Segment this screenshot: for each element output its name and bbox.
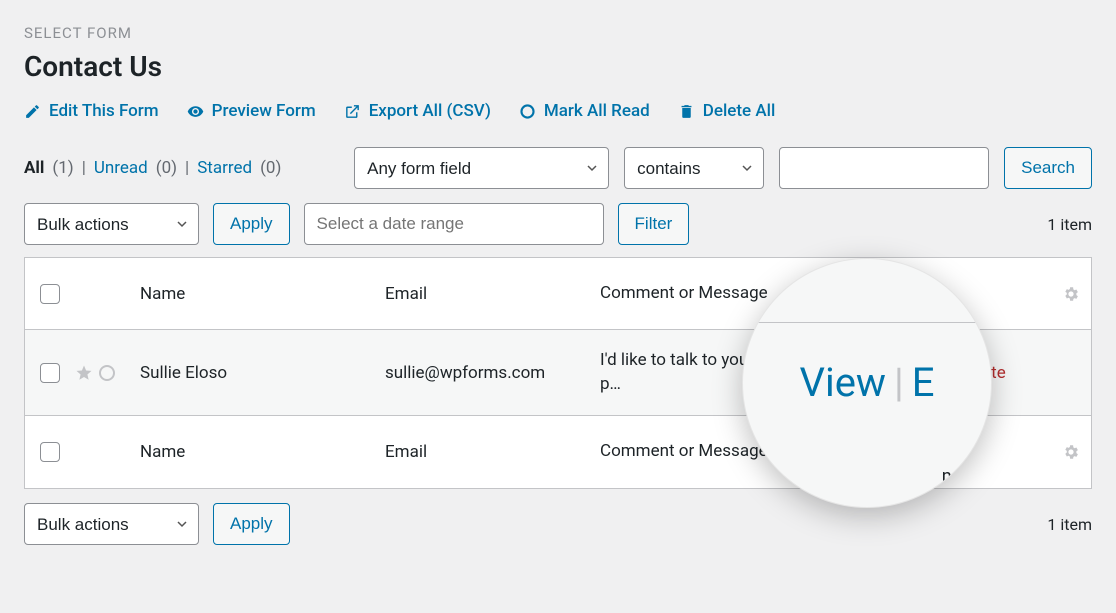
delete-all-label: Delete All	[703, 101, 776, 121]
items-count-top: 1 item	[1047, 215, 1092, 234]
column-email[interactable]: Email	[385, 284, 600, 304]
entry-email: sullie@wpforms.com	[385, 363, 600, 383]
apply-button-bottom[interactable]: Apply	[213, 503, 290, 545]
apply-button-top[interactable]: Apply	[213, 203, 290, 245]
select-form-label[interactable]: SELECT FORM	[24, 24, 1092, 42]
mark-all-read-link[interactable]: Mark All Read	[519, 101, 650, 121]
trash-icon	[678, 103, 695, 120]
operator-select[interactable]: contains	[624, 147, 764, 189]
separator: |	[82, 158, 86, 178]
export-icon	[344, 103, 361, 120]
read-status-icon[interactable]	[99, 365, 115, 381]
magnified-actions: View|E	[743, 359, 991, 406]
status-starred-count: (0)	[260, 158, 281, 178]
preview-form-label: Preview Form	[212, 101, 316, 121]
column-name-footer[interactable]: Name	[140, 442, 385, 462]
search-button[interactable]: Search	[1004, 147, 1092, 189]
filter-button[interactable]: Filter	[618, 203, 690, 245]
status-starred[interactable]: Starred	[197, 158, 252, 178]
mark-all-read-label: Mark All Read	[544, 101, 650, 121]
edit-this-form-label: Edit This Form	[49, 101, 159, 121]
status-unread[interactable]: Unread	[94, 158, 148, 178]
separator: |	[185, 158, 189, 178]
entry-name: Sullie Eloso	[140, 363, 385, 383]
magnified-view: View	[800, 359, 886, 406]
bulk-actions-select[interactable]: Bulk actions	[24, 203, 199, 245]
date-range-input[interactable]	[304, 203, 604, 245]
status-all-count: (1)	[52, 158, 73, 178]
filter-toolbar: All (1) | Unread (0) | Starred (0) Any f…	[24, 147, 1092, 189]
magnifier-overlay: View|E ns	[742, 258, 992, 508]
edit-this-form-link[interactable]: Edit This Form	[24, 101, 159, 121]
export-all-label: Export All (CSV)	[369, 101, 491, 121]
bulk-toolbar-top: Bulk actions Apply Filter 1 item	[24, 203, 1092, 245]
magnified-edit: E	[912, 359, 935, 406]
status-all[interactable]: All	[24, 158, 44, 178]
circle-icon	[519, 103, 536, 120]
bulk-actions-select-bottom[interactable]: Bulk actions	[24, 503, 199, 545]
status-filters: All (1) | Unread (0) | Starred (0)	[24, 158, 281, 178]
column-name[interactable]: Name	[140, 284, 385, 304]
column-email-footer[interactable]: Email	[385, 442, 600, 462]
select-all-checkbox-footer[interactable]	[40, 442, 60, 462]
page-title: Contact Us	[24, 50, 1092, 83]
gear-icon[interactable]	[1062, 285, 1080, 303]
search-input[interactable]	[779, 147, 989, 189]
action-links-bar: Edit This Form Preview Form Export All (…	[24, 101, 1092, 121]
preview-form-link[interactable]: Preview Form	[187, 101, 316, 121]
star-icon[interactable]	[75, 364, 93, 382]
bulk-toolbar-bottom: Bulk actions Apply 1 item	[24, 503, 1092, 545]
export-all-link[interactable]: Export All (CSV)	[344, 101, 491, 121]
eye-icon	[187, 103, 204, 120]
pencil-icon	[24, 103, 41, 120]
status-unread-count: (0)	[156, 158, 177, 178]
select-all-checkbox[interactable]	[40, 284, 60, 304]
form-field-select[interactable]: Any form field	[354, 147, 609, 189]
items-count-bottom: 1 item	[1047, 515, 1092, 534]
gear-icon[interactable]	[1062, 443, 1080, 461]
magnified-ns: ns	[942, 466, 961, 487]
delete-all-link[interactable]: Delete All	[678, 101, 776, 121]
row-checkbox[interactable]	[40, 363, 60, 383]
